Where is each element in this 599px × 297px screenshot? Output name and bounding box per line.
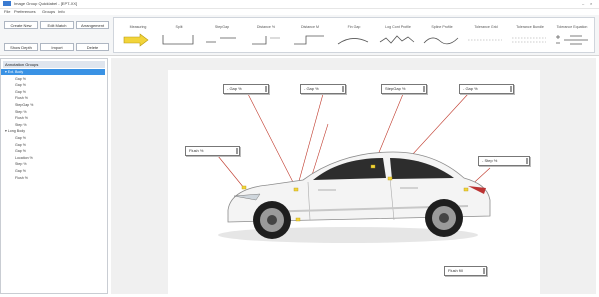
tree-item[interactable]: Gap %: [1, 168, 105, 174]
tree-item[interactable]: Step %: [1, 161, 105, 167]
car-illustration: [217, 93, 491, 243]
minimize-button[interactable]: –: [582, 1, 584, 6]
equation-icon: [556, 35, 588, 45]
shape-label: Tolerance Bundle: [516, 25, 544, 29]
menu-file[interactable]: File: [4, 9, 10, 14]
callout-gap-2[interactable]: - Gap %: [300, 84, 346, 94]
stepgap-icon: [206, 37, 236, 43]
fin-gap-icon: [337, 38, 369, 45]
close-button[interactable]: ×: [590, 1, 592, 6]
create-new-button[interactable]: Create New: [4, 21, 38, 29]
shape-spline-profile[interactable]: Spline Profile: [418, 21, 466, 53]
shape-log-cont-profile[interactable]: Log Cont Profile: [374, 21, 422, 53]
shape-label: Distance %: [256, 25, 276, 29]
app-icon: [3, 1, 11, 6]
tree-item[interactable]: Step %: [1, 122, 105, 128]
tree-item[interactable]: Gap %: [1, 148, 105, 154]
distance-icon: [252, 36, 280, 45]
tree-group[interactable]: ▾ Ext. Body: [1, 69, 105, 75]
callout-gap-1[interactable]: - Gap %: [223, 84, 269, 94]
shape-label: Log Cont Profile: [385, 25, 411, 29]
shape-stepgap[interactable]: StepGap: [198, 21, 246, 53]
shape-label: Tolerance Equation: [556, 25, 588, 29]
edit-match-button[interactable]: Edit Match: [40, 21, 74, 29]
tolerance-bundle-icon: [512, 37, 546, 43]
split-icon: [162, 35, 194, 45]
shape-tolerance-grid[interactable]: Tolerance Grid: [462, 21, 510, 53]
callout-gap-3[interactable]: - Gap %: [459, 84, 514, 94]
callout-step[interactable]: - Step %: [478, 156, 530, 166]
shape-label: Tolerance Grid: [474, 25, 498, 29]
tree-item[interactable]: Gap %: [1, 76, 105, 82]
show-depth-button[interactable]: Show Depth: [4, 43, 38, 51]
shape-label: Spline Profile: [431, 25, 453, 29]
shape-label: Fin Gap: [347, 25, 361, 29]
callout-stepgap[interactable]: StepGap %: [381, 84, 427, 94]
shape-split[interactable]: Split: [155, 21, 203, 53]
menu-preferences[interactable]: Preferences: [14, 9, 36, 14]
tree-item[interactable]: StepGap %: [1, 102, 105, 108]
shape-distance-m[interactable]: Distance M: [286, 21, 334, 53]
tolerance-grid-icon: [468, 39, 502, 41]
shape-tolerance-equation[interactable]: Tolerance Equation: [548, 21, 596, 53]
callout-flush[interactable]: Flush %: [185, 146, 240, 156]
tree-item[interactable]: Location %: [1, 155, 105, 161]
menu-groups[interactable]: Groups: [42, 9, 55, 14]
spline-icon: [423, 37, 459, 45]
tree-item[interactable]: Gap %: [1, 142, 105, 148]
tree-item[interactable]: Flush %: [1, 175, 105, 181]
callout-flush-fill[interactable]: Flush fill: [444, 266, 487, 276]
import-button[interactable]: Import: [40, 43, 74, 51]
shape-gallery: Measuring Split StepGap Distance % Dista…: [113, 17, 595, 53]
menu-bar: File Preferences Groups Info: [0, 8, 599, 15]
shape-fin-gap[interactable]: Fin Gap: [330, 21, 378, 53]
shape-label: Split: [175, 25, 183, 29]
drawing-sheet[interactable]: [168, 70, 540, 294]
shape-label: StepGap: [214, 25, 230, 29]
arrow-shape-icon: [123, 33, 149, 47]
tree-item[interactable]: Flush %: [1, 115, 105, 121]
menu-info[interactable]: Info: [58, 9, 65, 14]
annotation-tree: Annotation Groups ▾ Ext. Body Gap % Gap % G…: [0, 58, 108, 294]
tree-item[interactable]: Flush %: [1, 95, 105, 101]
arrangement-button[interactable]: Arrangement: [76, 21, 109, 29]
profile-icon: [379, 35, 415, 44]
tree-header: Annotation Groups: [3, 61, 105, 68]
tree-item[interactable]: Gap %: [1, 82, 105, 88]
tree-item[interactable]: Gap %: [1, 135, 105, 141]
delete-button[interactable]: Delete: [76, 43, 109, 51]
shape-tolerance-bundle[interactable]: Tolerance Bundle: [506, 21, 554, 53]
distance-m-icon: [294, 35, 324, 45]
window-title: Image Group Quicklabel - [EPT-XX]: [14, 1, 78, 6]
tree-item[interactable]: Gap %: [1, 89, 105, 95]
shape-label: Distance M: [301, 25, 319, 29]
tree-group[interactable]: ▾ Long Body: [1, 128, 95, 134]
shape-distance-percent[interactable]: Distance %: [242, 21, 290, 53]
tree-item[interactable]: Step %: [1, 109, 105, 115]
